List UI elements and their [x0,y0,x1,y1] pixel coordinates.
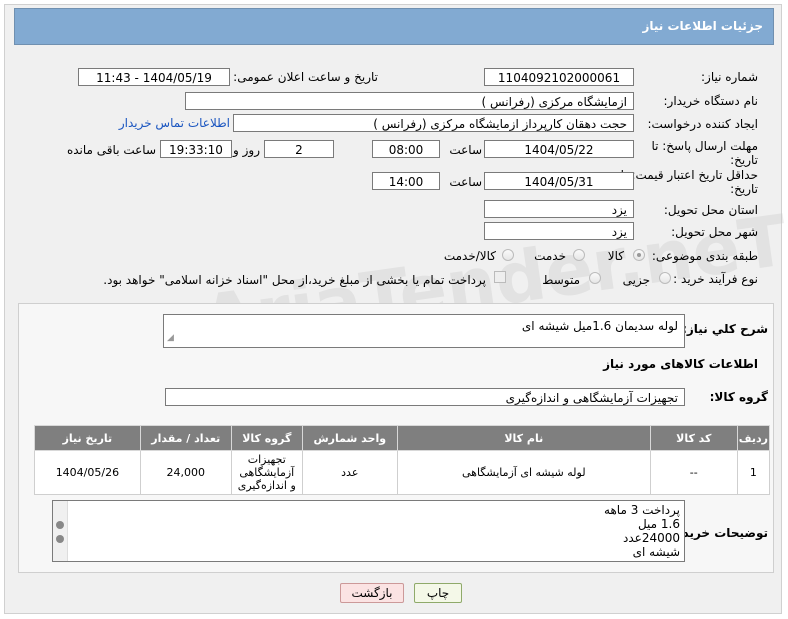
process-option-medium: متوسط [542,273,580,287]
category-radio-service[interactable] [573,249,585,261]
col-name: نام کالا [396,425,651,451]
deadline-time-label: ساعت [449,143,482,157]
deadline-time-field: 08:00 [372,140,440,158]
col-unit: واحد شمارش [301,425,398,451]
goods-group-field: تجهیزات آزمایشگاهی و اندازه‌گیری [165,388,685,406]
back-button[interactable]: بازگشت [340,583,404,603]
cell-row: 1 [736,450,771,495]
resize-grip-icon: ◢ [167,333,174,343]
goods-table-header: ردیف کد کالا نام کالا واحد شمارش گروه کا… [34,425,771,451]
buyer-org-field: ازمایشگاه مرکزی (رفرانس ) [185,92,634,110]
category-radio-goods-service[interactable] [502,249,514,261]
process-radio-medium[interactable] [589,272,601,284]
payment-note: پرداخت تمام یا بخشی از مبلغ خرید،از محل … [103,273,486,287]
col-date: تاریخ نیاز [34,425,141,451]
price-validity-date-field: 1404/05/31 [484,172,634,190]
notes-line: پرداخت 3 ماهه [604,503,680,517]
announce-field: 1404/05/19 - 11:43 [78,68,230,86]
creator-label: ایجاد کننده درخواست: [647,117,758,131]
city-label: شهر محل تحویل: [671,225,758,239]
need-number-field: 1104092102000061 [484,68,634,86]
category-option-goods: کالا [607,249,624,263]
price-validity-time-label: ساعت [449,175,482,189]
goods-group-label: گروه کالا: [709,390,768,404]
deadline-date-field: 1404/05/22 [484,140,634,158]
col-code: کد کالا [649,425,738,451]
notes-line: 1.6 میل [637,517,680,531]
notes-line: شیشه ای [632,545,680,559]
days-field: 2 [264,140,334,158]
remaining-label: ساعت باقی مانده [66,143,156,157]
table-row: 1 -- لوله شیشه ای آزمایشگاهی عدد تجهیزات… [34,450,771,495]
process-option-minor: جزیی [622,273,650,287]
buyer-contact-link[interactable]: اطلاعات تماس خریدار [119,116,230,130]
city-field: یزد [484,222,634,240]
buyer-notes-textarea: پرداخت 3 ماهه 1.6 میل 24000عدد شیشه ای [52,500,685,562]
buyer-org-label: نام دستگاه خریدار: [663,94,759,108]
cell-group: تجهیزات آزمایشگاهی و اندازه‌گیری [230,450,303,495]
col-group: گروه کالا [230,425,303,451]
price-validity-time-field: 14:00 [372,172,440,190]
cell-qty: 24,000 [139,450,232,495]
page-header: جزئیات اطلاعات نیاز [14,8,774,45]
col-row: ردیف [736,425,771,451]
scroll-up-icon[interactable] [56,521,64,529]
province-field: یزد [484,200,634,218]
notes-scrollbar[interactable] [53,501,68,561]
col-qty: تعداد / مقدار [139,425,232,451]
cell-name: لوله شیشه ای آزمایشگاهی [396,450,651,495]
treasury-payment-checkbox[interactable] [494,271,506,283]
description-text: لوله سدیمان 1.6میل شیشه ای [521,319,678,333]
print-button[interactable]: چاپ [414,583,462,603]
goods-table: ردیف کد کالا نام کالا واحد شمارش گروه کا… [34,425,771,495]
province-label: استان محل تحویل: [663,203,758,217]
creator-field: حجت دهقان کارپرداز ازمایشگاه مرکزی (رفرا… [233,114,634,132]
description-label: شرح کلي نياز: [682,322,768,336]
description-textarea: لوله سدیمان 1.6میل شیشه ای ◢ [163,314,685,348]
category-label: طبقه بندی موضوعی: [651,249,758,263]
remaining-time-field: 19:33:10 [160,140,232,158]
category-option-goods-service: کالا/خدمت [443,249,496,263]
goods-section-title: اطلاعات کالاهای مورد نیاز [603,357,758,371]
notes-line: 24000عدد [623,531,680,545]
days-label: روز و [233,143,260,157]
scroll-down-icon[interactable] [56,535,64,543]
announce-label: تاریخ و ساعت اعلان عمومی: [233,70,378,84]
need-number-label: شماره نیاز: [701,70,758,84]
cell-unit: عدد [301,450,398,495]
page-title: جزئیات اطلاعات نیاز [642,19,763,33]
process-label: نوع فرآیند خرید : [673,272,758,286]
cell-date: 1404/05/26 [34,450,141,495]
price-validity-label: حداقل تاریخ اعتبار قیمت: تا تاریخ: [620,168,758,196]
cell-code: -- [649,450,738,495]
category-option-service: خدمت [534,249,566,263]
category-radio-goods[interactable] [633,249,645,261]
deadline-label: مهلت ارسال پاسخ: تا تاریخ: [651,139,758,167]
process-radio-minor[interactable] [659,272,671,284]
